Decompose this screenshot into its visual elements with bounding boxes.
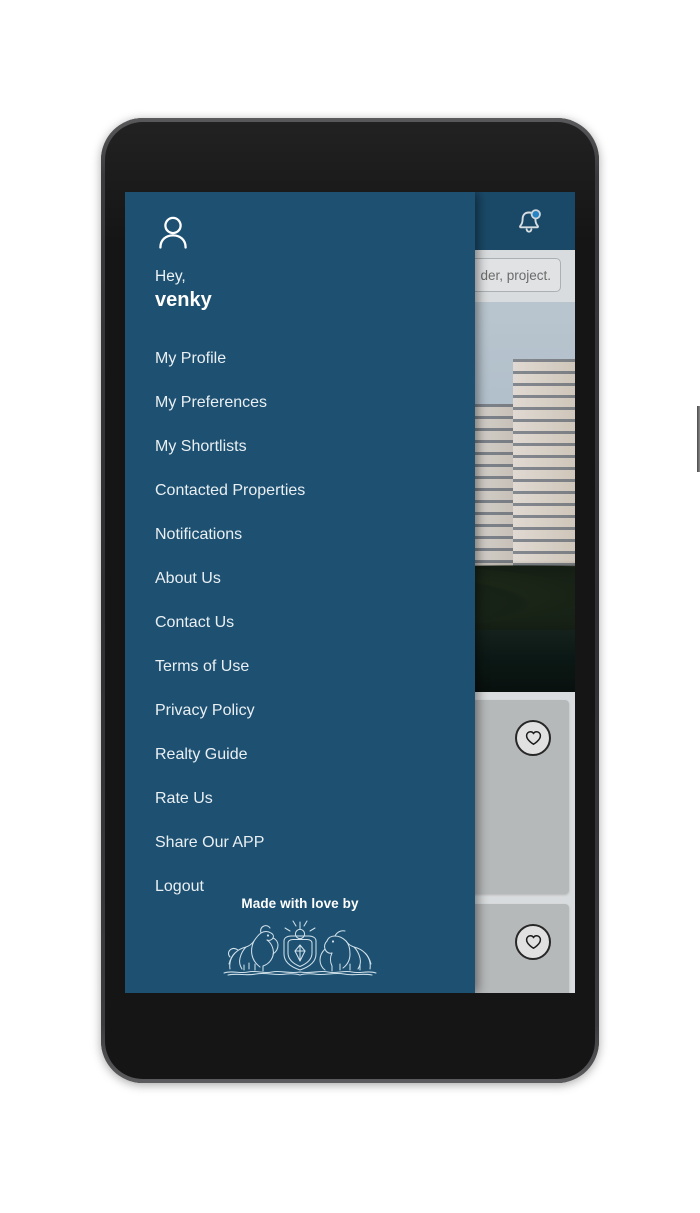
drawer-item-contact-us[interactable]: Contact Us	[155, 601, 475, 645]
drawer-item-rate-us[interactable]: Rate Us	[155, 777, 475, 821]
made-with-love-label: Made with love by	[241, 896, 359, 911]
drawer-menu: My Profile My Preferences My Shortlists …	[125, 337, 475, 909]
drawer-item-terms-of-use[interactable]: Terms of Use	[155, 645, 475, 689]
drawer-item-share-our-app[interactable]: Share Our APP	[155, 821, 475, 865]
drawer-item-my-profile[interactable]: My Profile	[155, 337, 475, 381]
drawer-item-notifications[interactable]: Notifications	[155, 513, 475, 557]
drawer-item-my-shortlists[interactable]: My Shortlists	[155, 425, 475, 469]
greeting-text: Hey,	[155, 268, 186, 285]
drawer-item-about-us[interactable]: About Us	[155, 557, 475, 601]
drawer-item-my-preferences[interactable]: My Preferences	[155, 381, 475, 425]
navigation-drawer: Hey, venky My Profile My Preferences My …	[125, 192, 475, 993]
drawer-item-realty-guide[interactable]: Realty Guide	[155, 733, 475, 777]
drawer-item-contacted-properties[interactable]: Contacted Properties	[155, 469, 475, 513]
lion-and-elephant-crest-icon	[125, 917, 475, 979]
drawer-footer: Made with love by	[125, 896, 475, 979]
drawer-item-privacy-policy[interactable]: Privacy Policy	[155, 689, 475, 733]
person-avatar-icon	[159, 216, 187, 249]
drawer-header: Hey, venky	[125, 192, 475, 313]
phone-screen: RTS AT 0L* Onwards ₹71.90 L+ ✓ Verified	[125, 192, 575, 993]
username-text: venky	[155, 289, 212, 312]
